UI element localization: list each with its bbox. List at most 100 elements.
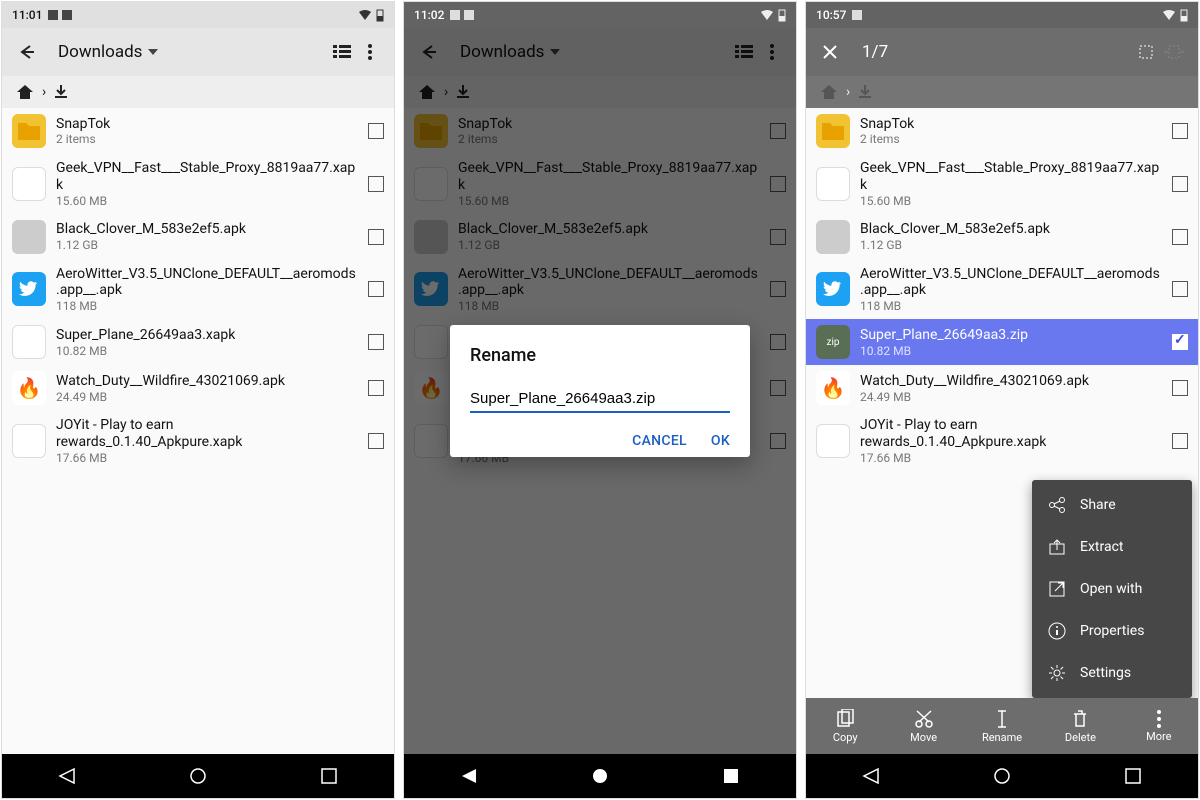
file-row[interactable]: Black_Clover_M_583e2ef5.apk1.12 GB bbox=[806, 214, 1198, 260]
download-icon[interactable] bbox=[54, 84, 68, 100]
nav-recent-button[interactable] bbox=[320, 767, 338, 785]
checkbox[interactable] bbox=[368, 176, 384, 192]
file-row[interactable]: SnapTok2 items bbox=[2, 108, 394, 154]
file-row[interactable]: JOYit - Play to earn rewards_0.1.40_Apkp… bbox=[2, 411, 394, 471]
file-size: 24.49 MB bbox=[56, 390, 358, 404]
rename-input[interactable] bbox=[470, 386, 730, 413]
menu-settings[interactable]: Settings bbox=[1032, 652, 1192, 694]
file-row[interactable]: Geek_VPN__Fast___Stable_Proxy_8819aa77.x… bbox=[2, 154, 394, 214]
nav-back-button[interactable] bbox=[862, 767, 880, 785]
file-row[interactable]: SnapTok2 items bbox=[806, 108, 1198, 154]
overflow-button[interactable] bbox=[356, 38, 384, 66]
rename-action[interactable]: Rename bbox=[963, 698, 1041, 754]
file-icon bbox=[12, 272, 46, 306]
selection-app-bar: 1/7 bbox=[806, 28, 1198, 76]
file-row[interactable]: zipSuper_Plane_26649aa3.zip10.82 MB bbox=[806, 319, 1198, 365]
battery-icon bbox=[778, 9, 786, 22]
checkbox[interactable] bbox=[1172, 334, 1188, 350]
status-bar: 11:01 bbox=[2, 2, 394, 28]
nav-home-button[interactable] bbox=[993, 767, 1011, 785]
checkbox[interactable] bbox=[1172, 176, 1188, 192]
checkbox[interactable] bbox=[368, 380, 384, 396]
checkbox[interactable] bbox=[368, 334, 384, 350]
file-name: Super_Plane_26649aa3.xapk bbox=[56, 327, 358, 344]
file-size: 10.82 MB bbox=[860, 344, 1162, 358]
file-icon bbox=[12, 167, 46, 201]
chevron-down-icon bbox=[148, 49, 158, 55]
file-name: SnapTok bbox=[56, 116, 358, 133]
close-selection-button[interactable] bbox=[816, 38, 844, 66]
file-row[interactable]: AeroWitter_V3.5_UNClone_DEFAULT__aeromod… bbox=[806, 260, 1198, 320]
menu-info[interactable]: Properties bbox=[1032, 610, 1192, 652]
folder-title[interactable]: Downloads bbox=[58, 42, 158, 62]
delete-action[interactable]: Delete bbox=[1041, 698, 1119, 754]
checkbox[interactable] bbox=[1172, 229, 1188, 245]
ok-button[interactable]: OK bbox=[711, 433, 730, 449]
home-icon[interactable] bbox=[16, 84, 34, 100]
view-toggle-button[interactable] bbox=[328, 38, 356, 66]
file-list[interactable]: SnapTok2 itemsGeek_VPN__Fast___Stable_Pr… bbox=[2, 108, 394, 754]
checkbox[interactable] bbox=[368, 229, 384, 245]
file-icon bbox=[816, 167, 850, 201]
more-menu: ShareExtractOpen withPropertiesSettings bbox=[1032, 480, 1192, 698]
delete-icon bbox=[1071, 709, 1089, 729]
file-row[interactable]: AeroWitter_V3.5_UNClone_DEFAULT__aeromod… bbox=[2, 260, 394, 320]
nav-recent-button[interactable] bbox=[1124, 767, 1142, 785]
checkbox[interactable] bbox=[1172, 123, 1188, 139]
file-row[interactable]: Geek_VPN__Fast___Stable_Proxy_8819aa77.x… bbox=[806, 154, 1198, 214]
file-size: 118 MB bbox=[56, 299, 358, 313]
checkbox[interactable] bbox=[368, 123, 384, 139]
copy-action[interactable]: Copy bbox=[806, 698, 884, 754]
selection-count: 1/7 bbox=[862, 42, 888, 62]
file-icon bbox=[12, 325, 46, 359]
home-icon[interactable] bbox=[820, 84, 838, 100]
wifi-icon bbox=[1162, 9, 1176, 21]
checkbox[interactable] bbox=[368, 433, 384, 449]
file-name: JOYit - Play to earn rewards_0.1.40_Apkp… bbox=[56, 417, 358, 451]
file-row[interactable]: Super_Plane_26649aa3.xapk10.82 MB bbox=[2, 319, 394, 365]
file-name: AeroWitter_V3.5_UNClone_DEFAULT__aeromod… bbox=[56, 266, 358, 300]
menu-share[interactable]: Share bbox=[1032, 484, 1192, 526]
chevron-right-icon: › bbox=[42, 84, 46, 100]
menu-extract[interactable]: Extract bbox=[1032, 526, 1192, 568]
nav-home-button[interactable] bbox=[189, 767, 207, 785]
cancel-button[interactable]: CANCEL bbox=[632, 433, 687, 449]
file-icon bbox=[816, 220, 850, 254]
status-bar: 11:02 bbox=[404, 2, 796, 28]
checkbox[interactable] bbox=[1172, 281, 1188, 297]
file-row[interactable]: 🔥Watch_Duty__Wildfire_43021069.apk24.49 … bbox=[2, 365, 394, 411]
battery-icon bbox=[376, 9, 384, 22]
file-size: 10.82 MB bbox=[56, 344, 358, 358]
menu-open[interactable]: Open with bbox=[1032, 568, 1192, 610]
rename-icon bbox=[992, 709, 1012, 729]
nav-back-button[interactable] bbox=[58, 767, 76, 785]
dialog-scrim[interactable]: Rename CANCEL OK bbox=[404, 28, 796, 754]
back-button[interactable] bbox=[12, 38, 40, 66]
file-size: 1.12 GB bbox=[860, 238, 1162, 252]
checkbox[interactable] bbox=[1172, 380, 1188, 396]
file-name: Watch_Duty__Wildfire_43021069.apk bbox=[56, 373, 358, 390]
select-range-button[interactable] bbox=[1160, 38, 1188, 66]
file-row[interactable]: JOYit - Play to earn rewards_0.1.40_Apkp… bbox=[806, 411, 1198, 471]
action-bar: CopyMoveRenameDeleteMore bbox=[806, 698, 1198, 754]
cut-icon bbox=[914, 709, 934, 729]
more-action[interactable]: More bbox=[1120, 698, 1198, 754]
nav-back-button[interactable] bbox=[460, 767, 478, 785]
file-icon bbox=[12, 114, 46, 148]
open-icon bbox=[1048, 580, 1066, 598]
file-row[interactable]: 🔥Watch_Duty__Wildfire_43021069.apk24.49 … bbox=[806, 365, 1198, 411]
file-icon bbox=[816, 272, 850, 306]
file-row[interactable]: Black_Clover_M_583e2ef5.apk1.12 GB bbox=[2, 214, 394, 260]
file-name: Super_Plane_26649aa3.zip bbox=[860, 327, 1162, 344]
app-bar: Downloads bbox=[2, 28, 394, 76]
breadcrumb: › bbox=[806, 76, 1198, 108]
checkbox[interactable] bbox=[368, 281, 384, 297]
nav-recent-button[interactable] bbox=[722, 767, 740, 785]
wifi-icon bbox=[760, 9, 774, 21]
select-all-button[interactable] bbox=[1132, 38, 1160, 66]
dialog-title: Rename bbox=[470, 345, 730, 366]
cut-action[interactable]: Move bbox=[884, 698, 962, 754]
download-icon[interactable] bbox=[858, 84, 872, 100]
nav-home-button[interactable] bbox=[591, 767, 609, 785]
checkbox[interactable] bbox=[1172, 433, 1188, 449]
